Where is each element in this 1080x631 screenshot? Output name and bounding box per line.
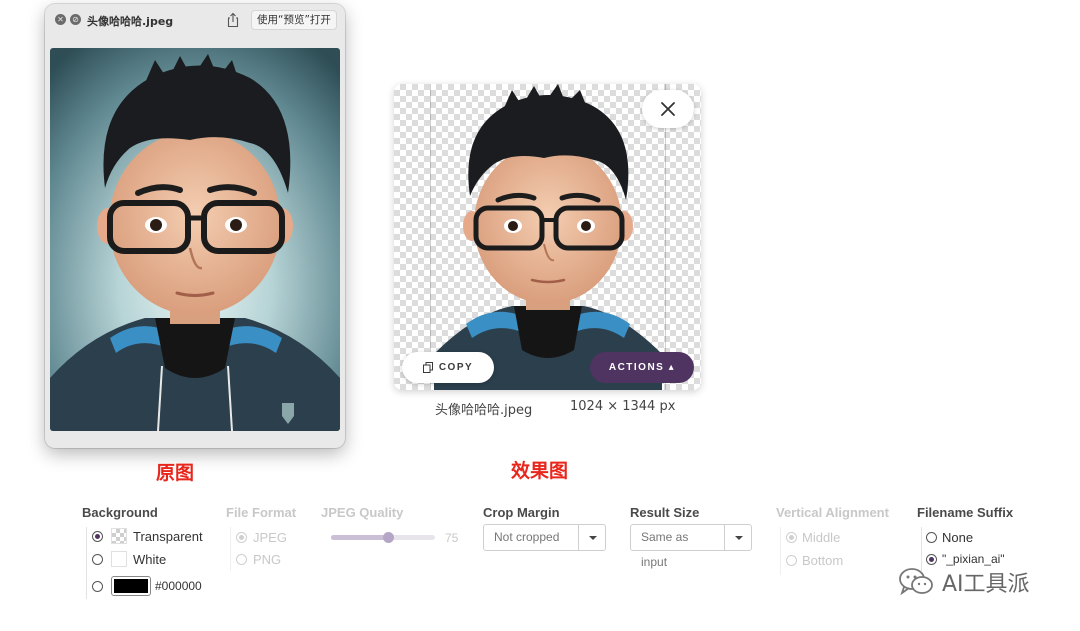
chevron-down-icon[interactable]	[578, 525, 605, 550]
background-heading: Background	[82, 505, 158, 520]
divider	[921, 527, 922, 571]
background-option-white[interactable]: White	[92, 551, 166, 567]
crop-margin-heading: Crop Margin	[483, 505, 560, 520]
background-option-color[interactable]: #000000	[92, 576, 202, 596]
none-label: None	[942, 530, 974, 545]
preview-window: ✕ ⊘ 头像哈哈哈.jpeg 使用“预览”打开	[45, 4, 345, 448]
bottom-radio[interactable]	[786, 555, 797, 566]
jpeg-quality-heading: JPEG Quality	[321, 505, 404, 520]
white-radio[interactable]	[92, 553, 103, 565]
jpeg-label: JPEG	[253, 530, 287, 545]
fullscreen-icon[interactable]: ⊘	[70, 14, 81, 25]
color-value: #000000	[155, 579, 202, 593]
format-option-png[interactable]: PNG	[236, 552, 281, 567]
suffix-option-none[interactable]: None	[926, 530, 973, 545]
divider	[780, 527, 781, 575]
divider	[230, 527, 231, 571]
close-icon	[661, 102, 675, 116]
copy-icon	[422, 362, 433, 373]
close-window-icon[interactable]: ✕	[55, 14, 66, 25]
window-title: 头像哈哈哈.jpeg	[87, 15, 174, 28]
close-result-button[interactable]	[642, 90, 694, 128]
copy-button[interactable]: COPY	[402, 352, 494, 383]
chevron-down-icon[interactable]	[724, 525, 751, 550]
result-size-select[interactable]: Same as input	[630, 524, 752, 569]
share-icon[interactable]	[226, 12, 240, 28]
align-option-middle[interactable]: Middle	[786, 530, 840, 545]
white-label: White	[133, 551, 167, 567]
transparent-swatch	[111, 528, 127, 544]
vertical-alignment-heading: Vertical Alignment	[776, 505, 889, 520]
filename-suffix-heading: Filename Suffix	[917, 505, 1014, 520]
divider	[86, 527, 87, 599]
result-caption: 效果图	[511, 460, 569, 482]
slider-fill	[331, 535, 388, 540]
window-titlebar: ✕ ⊘ 头像哈哈哈.jpeg 使用“预览”打开	[45, 4, 345, 38]
middle-label: Middle	[802, 530, 841, 545]
none-radio[interactable]	[926, 532, 937, 543]
copy-button-label: COPY	[438, 362, 474, 373]
result-size-value: Same as input	[641, 530, 689, 569]
actions-button-label: ACTIONS ▴	[608, 362, 676, 373]
white-swatch	[111, 551, 127, 567]
jpeg-quality-slider[interactable]	[331, 532, 435, 543]
open-with-preview-button[interactable]: 使用“预览”打开	[251, 10, 337, 30]
format-option-jpeg[interactable]: JPEG	[236, 530, 287, 545]
align-option-bottom[interactable]: Bottom	[786, 553, 843, 568]
suffix-option-pixian[interactable]: "_pixian_ai"	[926, 552, 1005, 566]
transparent-label: Transparent	[133, 528, 203, 544]
result-preview-card: COPY ACTIONS ▴	[394, 84, 701, 390]
crop-margin-select[interactable]: Not cropped	[483, 524, 606, 551]
jpeg-radio[interactable]	[236, 532, 247, 543]
background-option-transparent[interactable]: Transparent	[92, 528, 203, 544]
pixian-radio[interactable]	[926, 553, 937, 565]
png-label: PNG	[253, 552, 282, 567]
slider-thumb[interactable]	[383, 532, 394, 543]
middle-radio[interactable]	[786, 532, 797, 543]
original-caption: 原图	[156, 462, 195, 484]
bottom-label: Bottom	[802, 553, 844, 568]
result-size-heading: Result Size	[630, 505, 700, 520]
crop-margin-value: Not cropped	[494, 530, 560, 544]
actions-button[interactable]: ACTIONS ▴	[590, 352, 694, 383]
watermark: AI工具派	[898, 566, 1030, 598]
cutout-photo	[434, 84, 662, 390]
original-photo	[50, 48, 340, 431]
transparent-radio[interactable]	[92, 530, 103, 542]
pixian-label: "_pixian_ai"	[942, 552, 1005, 566]
result-file-name: 头像哈哈哈.jpeg	[435, 403, 533, 418]
file-format-heading: File Format	[226, 505, 297, 520]
jpeg-quality-value: 75	[445, 531, 459, 545]
wechat-icon	[899, 568, 933, 596]
color-radio[interactable]	[92, 580, 103, 592]
png-radio[interactable]	[236, 554, 247, 565]
watermark-text: AI工具派	[942, 572, 1030, 597]
color-picker[interactable]	[111, 576, 151, 596]
result-dimensions: 1024 × 1344 px	[570, 399, 676, 414]
